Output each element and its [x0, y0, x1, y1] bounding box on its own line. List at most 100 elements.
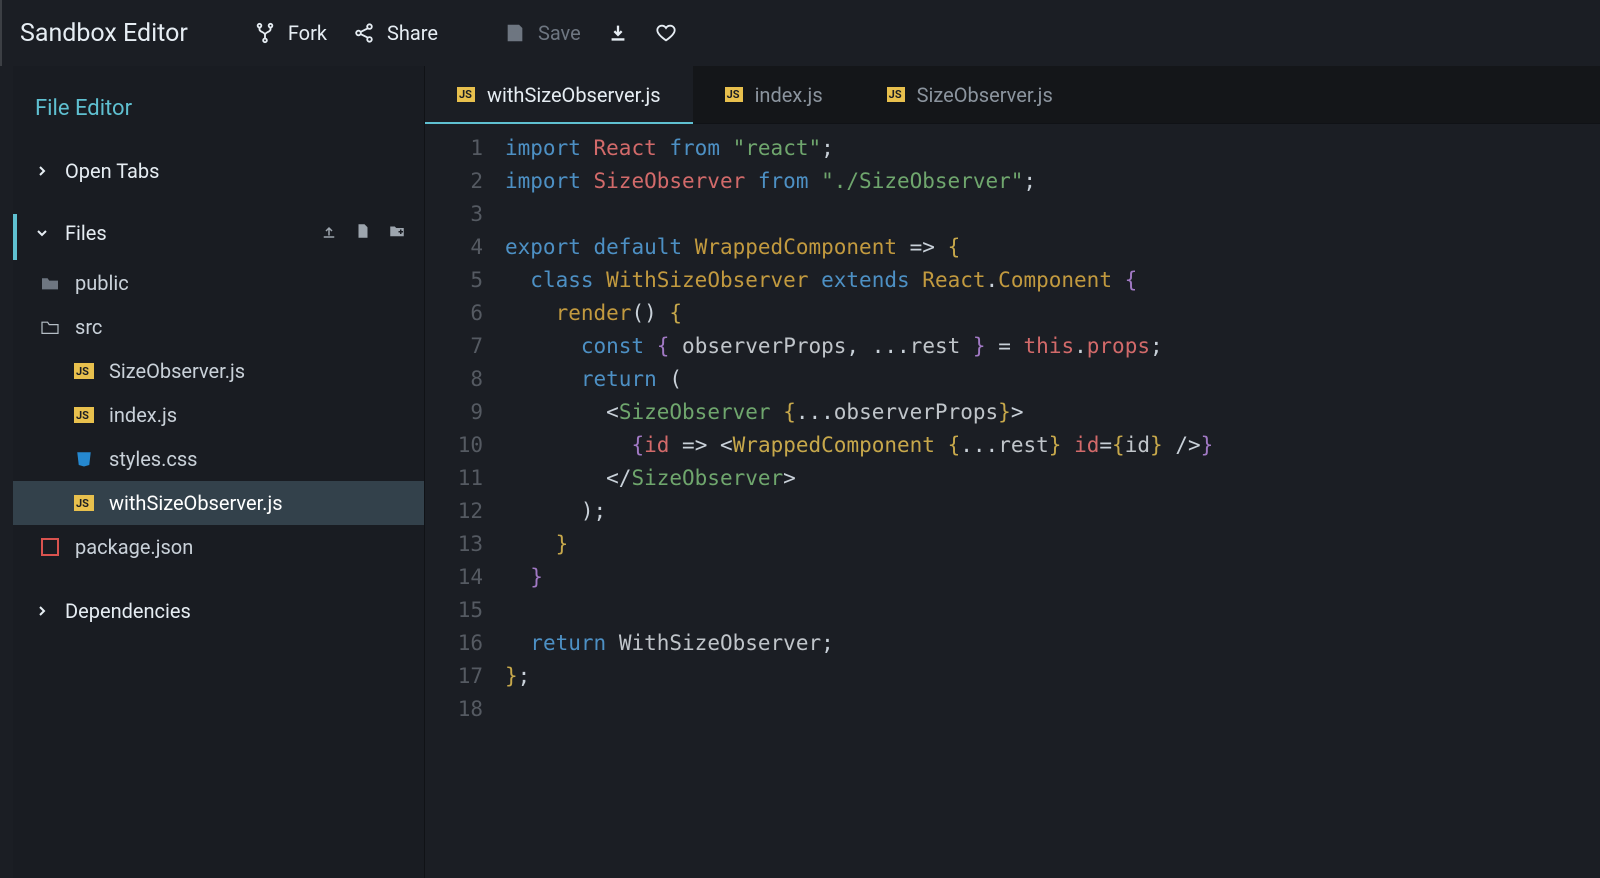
new-folder-icon[interactable] [388, 221, 406, 245]
save-icon [504, 22, 526, 44]
line-number: 6 [425, 297, 505, 330]
code-line[interactable]: 1import React from "react"; [425, 132, 1600, 165]
line-number: 17 [425, 660, 505, 693]
code-line[interactable]: 18 [425, 693, 1600, 726]
line-number: 11 [425, 462, 505, 495]
save-button[interactable]: Save [504, 21, 581, 45]
code-text[interactable]: const { observerProps, ...rest } = this.… [505, 330, 1600, 363]
code-line[interactable]: 3 [425, 198, 1600, 231]
tab-index-js[interactable]: JS index.js [693, 66, 855, 123]
js-icon: JS [73, 363, 95, 379]
code-line[interactable]: 9 <SizeObserver {...observerProps}> [425, 396, 1600, 429]
fork-label: Fork [288, 21, 327, 45]
files-section[interactable]: Files [13, 209, 424, 257]
code-line[interactable]: 16 return WithSizeObserver; [425, 627, 1600, 660]
code-text[interactable]: export default WrappedComponent => { [505, 231, 1600, 264]
sidebar-accent [13, 214, 17, 260]
code-text[interactable]: render() { [505, 297, 1600, 330]
code-line[interactable]: 6 render() { [425, 297, 1600, 330]
line-number: 10 [425, 429, 505, 462]
code-text[interactable]: return ( [505, 363, 1600, 396]
line-number: 14 [425, 561, 505, 594]
code-text[interactable] [505, 594, 1600, 627]
like-button[interactable] [655, 22, 677, 44]
code-text[interactable]: ); [505, 495, 1600, 528]
file-index-js[interactable]: JS index.js [13, 393, 424, 437]
chevron-right-icon [35, 165, 49, 177]
line-number: 7 [425, 330, 505, 363]
code-text[interactable]: return WithSizeObserver; [505, 627, 1600, 660]
code-text[interactable]: class WithSizeObserver extends React.Com… [505, 264, 1600, 297]
file-package-json[interactable]: package.json [13, 525, 424, 569]
code-line[interactable]: 4export default WrappedComponent => { [425, 231, 1600, 264]
file-with-size-observer[interactable]: JS withSizeObserver.js [13, 481, 424, 525]
tab-label: SizeObserver.js [917, 83, 1053, 107]
code-line[interactable]: 2import SizeObserver from "./SizeObserve… [425, 165, 1600, 198]
share-icon [353, 22, 375, 44]
code-line[interactable]: 8 return ( [425, 363, 1600, 396]
code-text[interactable] [505, 198, 1600, 231]
tab-label: withSizeObserver.js [487, 83, 661, 107]
save-label: Save [538, 21, 581, 45]
file-package-label: package.json [75, 535, 193, 559]
files-label: Files [65, 221, 304, 245]
files-tools [320, 221, 406, 245]
code-line[interactable]: 15 [425, 594, 1600, 627]
share-button[interactable]: Share [353, 21, 438, 45]
code-text[interactable]: {id => <WrappedComponent {...rest} id={i… [505, 429, 1600, 462]
dependencies-section[interactable]: Dependencies [13, 587, 424, 635]
code-area[interactable]: 1import React from "react";2import SizeO… [425, 124, 1600, 878]
open-tabs-section[interactable]: Open Tabs [13, 147, 424, 195]
code-text[interactable]: </SizeObserver> [505, 462, 1600, 495]
workspace: File Editor Open Tabs Files [0, 66, 1600, 878]
sidebar-title: File Editor [13, 96, 424, 147]
line-number: 5 [425, 264, 505, 297]
download-icon [607, 22, 629, 44]
js-icon: JS [725, 87, 743, 102]
code-text[interactable]: }; [505, 660, 1600, 693]
code-text[interactable]: import SizeObserver from "./SizeObserver… [505, 165, 1600, 198]
topbar: Sandbox Editor Fork Share Save [0, 0, 1600, 66]
code-line[interactable]: 7 const { observerProps, ...rest } = thi… [425, 330, 1600, 363]
js-icon: JS [887, 87, 905, 102]
tab-size-observer[interactable]: JS SizeObserver.js [855, 66, 1085, 123]
code-text[interactable]: } [505, 528, 1600, 561]
upload-icon[interactable] [320, 221, 338, 245]
dependencies-label: Dependencies [65, 599, 406, 623]
file-styles-css[interactable]: styles.css [13, 437, 424, 481]
code-line[interactable]: 13 } [425, 528, 1600, 561]
js-icon: JS [73, 495, 95, 511]
fork-button[interactable]: Fork [254, 21, 327, 45]
code-line[interactable]: 10 {id => <WrappedComponent {...rest} id… [425, 429, 1600, 462]
line-number: 3 [425, 198, 505, 231]
js-icon: JS [73, 407, 95, 423]
line-number: 13 [425, 528, 505, 561]
code-line[interactable]: 14 } [425, 561, 1600, 594]
tab-label: index.js [755, 83, 823, 107]
file-index-label: index.js [109, 403, 177, 427]
editor-tabs: JS withSizeObserver.js JS index.js JS Si… [425, 66, 1600, 124]
folder-src-label: src [75, 315, 102, 339]
code-line[interactable]: 17}; [425, 660, 1600, 693]
file-size-observer[interactable]: JS SizeObserver.js [13, 349, 424, 393]
folder-src[interactable]: src [13, 305, 424, 349]
folder-public[interactable]: public [13, 261, 424, 305]
line-number: 18 [425, 693, 505, 726]
heart-icon [655, 22, 677, 44]
open-tabs-label: Open Tabs [65, 159, 406, 183]
file-styles-label: styles.css [109, 447, 198, 471]
code-line[interactable]: 5 class WithSizeObserver extends React.C… [425, 264, 1600, 297]
code-text[interactable]: } [505, 561, 1600, 594]
file-tree: public src JS SizeObserver.js JS index.j… [13, 257, 424, 573]
code-text[interactable]: import React from "react"; [505, 132, 1600, 165]
tab-with-size-observer[interactable]: JS withSizeObserver.js [425, 66, 693, 123]
code-text[interactable] [505, 693, 1600, 726]
code-text[interactable]: <SizeObserver {...observerProps}> [505, 396, 1600, 429]
code-line[interactable]: 12 ); [425, 495, 1600, 528]
new-file-icon[interactable] [354, 221, 372, 245]
line-number: 1 [425, 132, 505, 165]
css-icon [73, 450, 95, 468]
download-button[interactable] [607, 22, 629, 44]
activity-rail [0, 66, 13, 878]
code-line[interactable]: 11 </SizeObserver> [425, 462, 1600, 495]
